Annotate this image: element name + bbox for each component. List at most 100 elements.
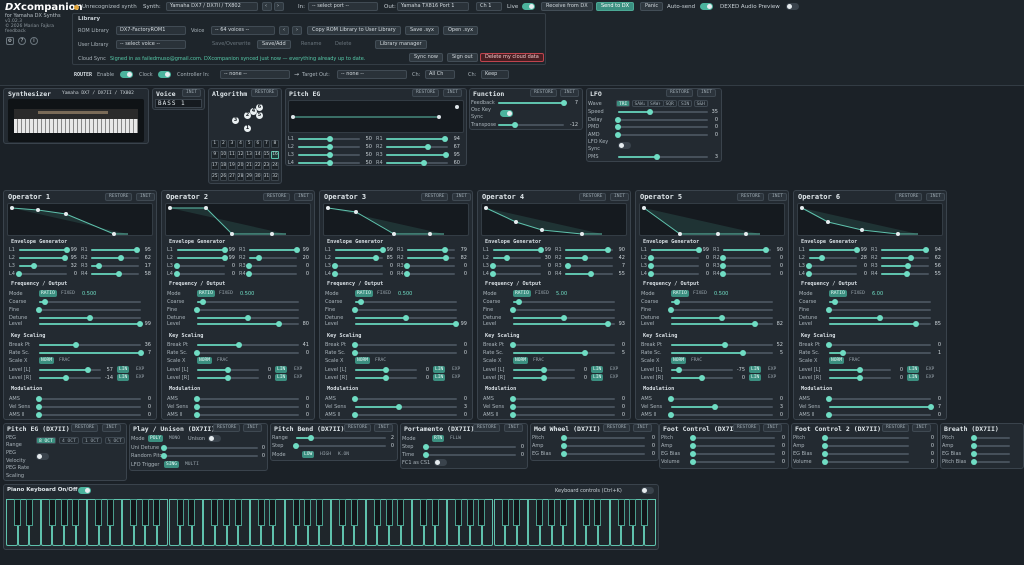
algorithm-button-7[interactable]: 7 (262, 140, 271, 148)
foot1-row-0-slider-knob[interactable] (690, 435, 696, 441)
operator-3-rs-slider-knob[interactable] (352, 350, 358, 356)
operator-6-rs-slider[interactable] (829, 350, 931, 356)
operator-3-vs-slider[interactable] (355, 404, 457, 410)
operator-2-ll-slider[interactable] (197, 367, 259, 373)
algorithm-button-25[interactable]: 25 (211, 173, 219, 181)
operator-6-bp-slider-knob[interactable] (826, 342, 832, 348)
black-key[interactable] (106, 499, 114, 526)
foot1-row-3-slider[interactable] (690, 459, 775, 465)
operator-2-lr-slider[interactable] (197, 375, 259, 381)
breath-row-1-slider[interactable] (971, 443, 1010, 449)
operator-3-ams-slider-knob[interactable] (352, 396, 358, 402)
operator-1-lr-exp-button[interactable]: EXP (134, 374, 146, 381)
fc1-toggle[interactable] (434, 459, 447, 466)
operator-6-level-slider[interactable] (829, 321, 931, 327)
operator-5-l2-slider-knob[interactable] (648, 255, 654, 261)
peg-l3-slider[interactable] (298, 152, 360, 158)
operator-6-fixed-button[interactable]: FIXED (849, 290, 867, 297)
modwheel-init-button[interactable]: INIT (633, 424, 653, 432)
operator-1-ratio-button[interactable]: RATIO (39, 290, 57, 297)
operator-4-detune-slider-knob[interactable] (561, 315, 567, 321)
operator-2-ams2-slider[interactable] (194, 412, 299, 418)
operator-5-vs-slider-knob[interactable] (711, 404, 718, 410)
operator-4-coarse-slider[interactable] (513, 299, 615, 305)
black-key[interactable] (548, 499, 555, 526)
operator-1-r4-slider-knob[interactable] (115, 271, 122, 277)
operator-5-l4-slider[interactable] (648, 271, 699, 277)
peg-l1-slider[interactable] (298, 136, 360, 142)
operator-6-ll-exp-button[interactable]: EXP (924, 366, 936, 373)
operator-2-l3-slider-knob[interactable] (174, 263, 180, 269)
operator-4-lr-exp-button[interactable]: EXP (608, 374, 620, 381)
operator-1-vs-slider-knob[interactable] (36, 404, 42, 410)
operator-3-l1-slider[interactable] (335, 247, 386, 253)
operator-3-level-slider[interactable] (355, 321, 459, 327)
operator-6-detune-slider[interactable] (829, 315, 931, 321)
black-key[interactable] (617, 499, 625, 526)
controller-in-select[interactable]: -- none -- (220, 70, 290, 79)
peg-r1-slider[interactable] (386, 136, 448, 142)
rename-button[interactable]: Rename (296, 40, 327, 49)
black-key[interactable] (269, 499, 277, 526)
operator-5-restore-button[interactable]: RESTORE (737, 193, 765, 201)
operator-6-restore-button[interactable]: RESTORE (895, 193, 923, 201)
operator-3-frac-button[interactable]: FRAC (373, 357, 388, 364)
operator-6-coarse-slider[interactable] (829, 299, 931, 305)
lfo-wave-4[interactable]: SIN (678, 100, 693, 107)
operator-6-init-button[interactable]: INIT (926, 193, 946, 201)
operator-2-frac-button[interactable]: FRAC (215, 357, 230, 364)
black-key[interactable] (478, 499, 486, 526)
operator-3-lr-slider[interactable] (355, 375, 417, 381)
operator-2-r4-slider[interactable] (246, 271, 297, 277)
operator-2-r1-slider[interactable] (249, 247, 300, 253)
algorithm-button-23[interactable]: 23 (262, 162, 271, 170)
operator-4-norm-button[interactable]: NORM (513, 357, 529, 364)
lfo-speed-slider[interactable] (618, 109, 708, 115)
operator-3-r4-slider-knob[interactable] (404, 271, 410, 277)
operator-6-l2-slider[interactable] (809, 255, 857, 261)
operator-4-bp-slider[interactable] (510, 342, 615, 348)
operator-4-lr-slider[interactable] (513, 375, 575, 381)
operator-5-detune-slider[interactable] (671, 315, 773, 321)
operator-4-l1-slider[interactable] (493, 247, 544, 253)
operator-5-detune-slider-knob[interactable] (719, 315, 725, 321)
black-key[interactable] (188, 499, 196, 526)
operator-2-l2-slider[interactable] (177, 255, 228, 261)
multi-button[interactable]: MULTI (183, 461, 201, 468)
midi-out-select[interactable]: Yamaha TX816 Port 1 (397, 2, 469, 11)
black-key[interactable] (176, 499, 184, 526)
lfo-wave-2[interactable]: SAW↑ (647, 100, 665, 107)
operator-5-r4-slider-knob[interactable] (720, 271, 726, 277)
operator-4-fine-slider[interactable] (510, 307, 615, 313)
keyboard-controls-toggle[interactable] (641, 487, 654, 494)
operator-4-l3-slider-knob[interactable] (490, 263, 496, 269)
feedback-link[interactable]: feedback (5, 29, 26, 34)
operator-4-init-button[interactable]: INIT (610, 193, 630, 201)
operator-1-rs-slider[interactable] (39, 350, 144, 356)
operator-2-ll-lin-button[interactable]: LIN (275, 366, 288, 373)
operator-2-r2-slider[interactable] (249, 255, 297, 261)
lfo-wave-5[interactable]: S&H (693, 100, 708, 107)
save-overwrite-button[interactable]: Save/Overwrite (207, 40, 256, 49)
foot2-row-3-slider-knob[interactable] (822, 459, 828, 465)
operator-5-bp-slider-knob[interactable] (722, 342, 729, 348)
operator-6-l4-slider[interactable] (806, 271, 857, 277)
peg-r3-slider[interactable] (386, 152, 449, 158)
black-key[interactable] (25, 499, 33, 526)
sync-now-button[interactable]: Sync now (409, 53, 443, 62)
operator-4-fine-slider-knob[interactable] (510, 307, 516, 313)
foot1-row-2-slider[interactable] (690, 451, 775, 457)
operator-5-r1-slider[interactable] (723, 247, 771, 253)
bend-high-button[interactable]: HIGH (318, 451, 333, 458)
modwheel-row-0-slider-knob[interactable] (561, 435, 567, 441)
operator-4-vs-slider-knob[interactable] (510, 404, 516, 410)
operator-3-r4-slider[interactable] (404, 271, 455, 277)
breath-row-3-slider-knob[interactable] (971, 459, 977, 465)
algorithm-button-28[interactable]: 28 (236, 173, 245, 181)
algorithm-restore-button[interactable]: RESTORE (251, 89, 279, 97)
help-icon[interactable]: ? (18, 37, 26, 45)
operator-1-frac-button[interactable]: FRAC (57, 357, 72, 364)
function-restore-button[interactable]: RESTORE (530, 89, 558, 97)
operator-3-l2-slider[interactable] (335, 255, 383, 261)
operator-1-ams2-slider[interactable] (36, 412, 141, 418)
